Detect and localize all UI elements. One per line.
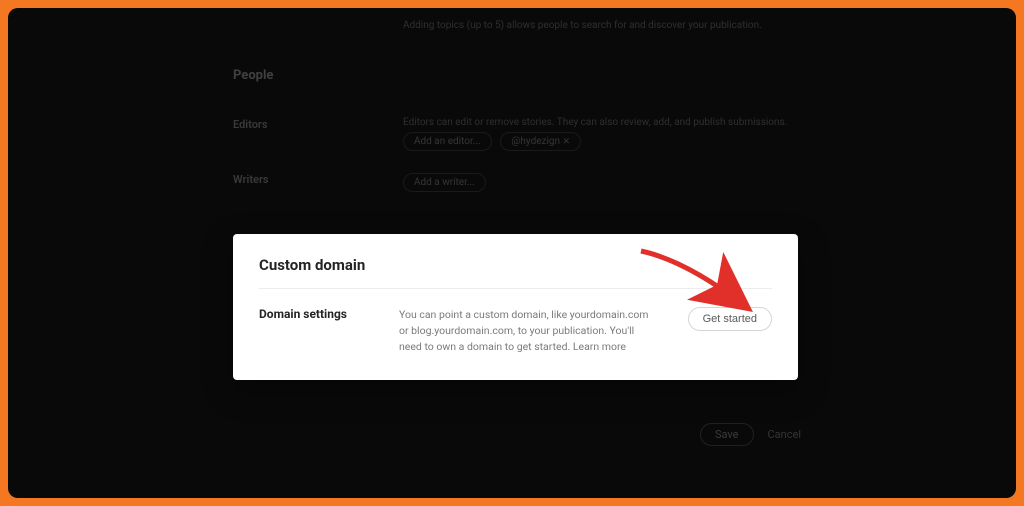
get-started-button[interactable]: Get started <box>688 307 772 331</box>
domain-settings-label: Domain settings <box>259 307 379 321</box>
domain-settings-description: You can point a custom domain, like your… <box>399 307 668 354</box>
modal-title: Custom domain <box>259 256 772 289</box>
custom-domain-modal: Custom domain Domain settings You can po… <box>233 234 798 380</box>
